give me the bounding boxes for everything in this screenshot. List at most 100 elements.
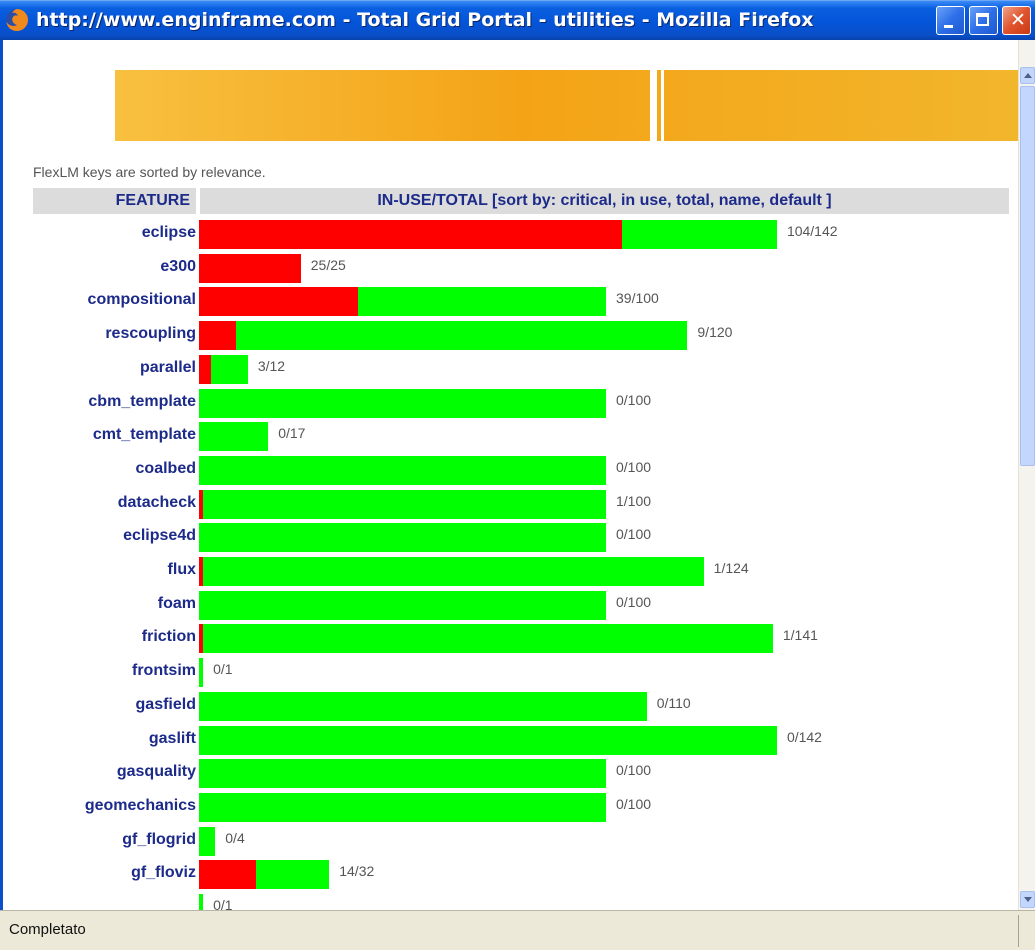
feature-link[interactable]: gaslift (33, 730, 196, 748)
table-row: flux 1/124 (33, 555, 1013, 586)
feature-link[interactable]: datacheck (33, 494, 196, 512)
usage-bar (199, 321, 688, 351)
usage-count: 0/4 (225, 829, 245, 846)
usage-count: 0/100 (616, 762, 652, 779)
usage-bar (199, 658, 204, 688)
free-segment (203, 557, 704, 586)
table-row: compositional 39/100 (33, 285, 1013, 317)
feature-link[interactable]: geomechanics (33, 797, 196, 815)
free-segment (203, 489, 606, 519)
in-use-segment (199, 253, 301, 283)
feature-link[interactable]: gasfield (33, 696, 196, 714)
table-row: foam 0/100 (33, 589, 1013, 620)
usage-bar (199, 422, 269, 452)
scroll-thumb[interactable] (1020, 86, 1035, 466)
sort-info-text: FlexLM keys are sorted by relevance. (33, 164, 266, 180)
free-segment (211, 354, 248, 384)
feature-link[interactable]: parallel (33, 359, 196, 377)
inuse-column-header[interactable]: IN-USE/TOTAL [sort by: critical, in use,… (200, 188, 1009, 214)
usage-bar (199, 253, 301, 283)
status-separator (1018, 915, 1019, 947)
table-row: 0/1 (33, 892, 1013, 910)
usage-bar (199, 894, 204, 910)
usage-count: 39/100 (616, 290, 659, 307)
table-row: gasfield 0/110 (33, 690, 1013, 721)
usage-bar (199, 287, 606, 317)
title-bar[interactable]: http://www.enginframe.com - Total Grid P… (0, 0, 1035, 41)
table-row: parallel 3/12 (33, 353, 1013, 384)
feature-link[interactable]: coalbed (33, 460, 196, 478)
table-row: friction 1/141 (33, 622, 1013, 654)
scroll-up-button[interactable] (1020, 67, 1035, 84)
usage-count: 25/25 (310, 256, 346, 273)
table-row: eclipse4d 0/100 (33, 521, 1013, 553)
usage-count: 3/12 (257, 357, 286, 374)
feature-link[interactable]: flux (33, 561, 196, 579)
free-segment (199, 455, 606, 485)
usage-bar (199, 489, 606, 519)
maximize-button[interactable] (969, 6, 998, 35)
minimize-button[interactable] (936, 6, 965, 35)
feature-link[interactable]: frontsim (33, 662, 196, 680)
feature-link[interactable]: compositional (33, 291, 196, 309)
free-segment (199, 759, 606, 789)
window-title: http://www.enginframe.com - Total Grid P… (36, 9, 814, 31)
feature-column-header: FEATURE (33, 188, 196, 214)
feature-link[interactable]: foam (33, 595, 196, 613)
usage-count: 0/100 (616, 391, 652, 408)
in-use-segment (199, 321, 236, 351)
table-row: frontsim 0/1 (33, 656, 1013, 688)
scroll-down-button[interactable] (1020, 891, 1035, 908)
feature-link[interactable]: friction (33, 628, 196, 646)
close-button[interactable] (1002, 6, 1031, 35)
usage-count: 1/100 (616, 492, 652, 509)
browser-window: http://www.enginframe.com - Total Grid P… (0, 0, 1035, 950)
page-content: FlexLM keys are sorted by relevance. FEA… (0, 40, 1018, 910)
usage-bar (199, 220, 777, 249)
feature-link[interactable]: eclipse (33, 224, 196, 242)
usage-bar (199, 455, 606, 485)
usage-count: 14/32 (339, 863, 375, 880)
table-row: eclipse 104/142 (33, 218, 1013, 249)
table-row: gasquality 0/100 (33, 757, 1013, 789)
table-row: gf_floviz 14/32 (33, 858, 1013, 890)
in-use-segment (199, 860, 256, 890)
usage-count: 0/1 (213, 661, 233, 678)
usage-count: 0/142 (786, 728, 822, 745)
feature-link[interactable]: rescoupling (33, 325, 196, 343)
feature-link[interactable]: gf_flogrid (33, 831, 196, 849)
free-segment (199, 523, 606, 553)
usage-count: 0/100 (616, 526, 652, 543)
usage-count: 0/100 (616, 458, 652, 475)
usage-bar (199, 557, 704, 586)
banner-divider (650, 70, 657, 141)
feature-link[interactable]: eclipse4d (33, 527, 196, 545)
feature-link[interactable]: cmt_template (33, 426, 196, 444)
free-segment (199, 388, 606, 418)
usage-bar (199, 860, 330, 890)
usage-bar (199, 725, 777, 755)
usage-bar (199, 826, 216, 856)
table-row: e300 25/25 (33, 252, 1013, 283)
usage-count: 0/110 (656, 694, 691, 711)
feature-link[interactable]: cbm_template (33, 393, 196, 411)
free-segment (203, 624, 773, 654)
feature-link[interactable]: gasquality (33, 763, 196, 781)
usage-bar (199, 691, 647, 721)
header-banner (115, 70, 1018, 141)
usage-bar (199, 354, 248, 384)
free-segment (622, 220, 777, 249)
free-segment (199, 691, 647, 721)
usage-bar (199, 792, 606, 822)
feature-link[interactable]: e300 (33, 258, 196, 276)
banner-divider (661, 70, 664, 141)
usage-bar (199, 523, 606, 553)
table-row: cbm_template 0/100 (33, 387, 1013, 418)
in-use-segment (199, 287, 358, 317)
usage-bar (199, 388, 606, 418)
vertical-scrollbar[interactable] (1018, 40, 1035, 910)
free-segment (357, 287, 606, 317)
usage-count: 1/141 (782, 627, 818, 644)
feature-link[interactable]: gf_floviz (33, 864, 196, 882)
free-segment (235, 321, 688, 351)
